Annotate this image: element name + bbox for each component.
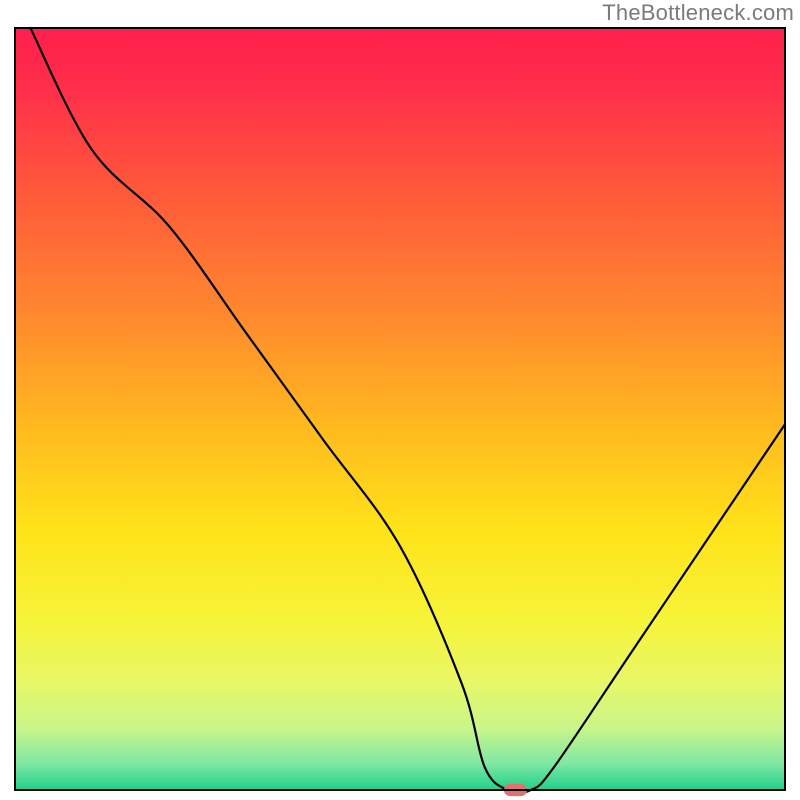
watermark-label: TheBottleneck.com	[602, 0, 794, 26]
bottleneck-chart: TheBottleneck.com	[0, 0, 800, 800]
plot-background	[15, 28, 785, 790]
chart-canvas	[0, 0, 800, 800]
